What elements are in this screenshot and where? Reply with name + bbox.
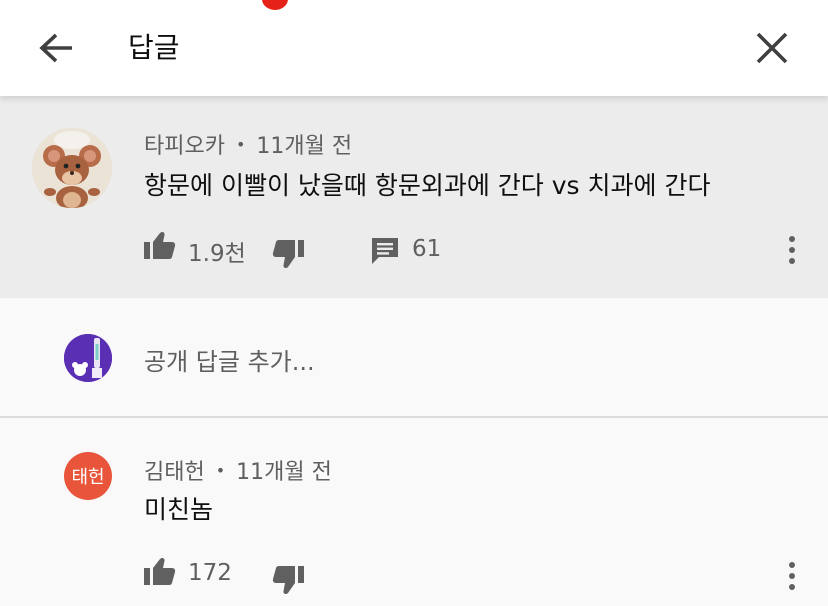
mouse-character-image — [32, 128, 112, 208]
reply-like-count: 172 — [188, 560, 232, 586]
parent-comment: 타피오카 • 11개월 전 항문에 이빨이 났을때 항문외과에 간다 vs 치과… — [0, 96, 828, 298]
meta-separator: • — [235, 135, 246, 154]
comment-meta: 타피오카 • 11개월 전 — [144, 128, 352, 160]
reply-text: 미친놈 — [144, 495, 214, 524]
close-icon — [756, 32, 788, 64]
notification-dot — [262, 0, 288, 10]
meta-separator: • — [215, 461, 226, 480]
reply-meta: 김태헌 • 11개월 전 — [144, 454, 332, 486]
replies-header: 답글 — [0, 0, 828, 96]
thumbs-up-icon — [144, 557, 176, 585]
reply-time: 11개월 전 — [236, 460, 332, 485]
like-button[interactable] — [142, 230, 178, 262]
user-avatar-image — [64, 334, 112, 382]
comment-time: 11개월 전 — [256, 134, 353, 159]
reply-count: 61 — [412, 236, 442, 262]
back-button[interactable] — [34, 28, 78, 68]
add-reply-row[interactable]: 공개 답글 추가... — [0, 298, 828, 418]
more-vert-icon — [789, 562, 795, 590]
author-avatar[interactable] — [32, 128, 112, 208]
thumbs-down-icon — [272, 566, 304, 595]
reply-more-options-button[interactable] — [780, 560, 804, 592]
reply-like-button[interactable] — [142, 556, 178, 588]
dislike-button[interactable] — [270, 238, 306, 270]
author-name[interactable]: 타피오카 — [144, 134, 225, 159]
reply-input-placeholder[interactable]: 공개 답글 추가... — [144, 342, 315, 377]
like-count: 1.9천 — [188, 241, 246, 267]
more-vert-icon — [789, 236, 795, 264]
close-button[interactable] — [750, 26, 794, 70]
replies-button[interactable] — [370, 236, 400, 266]
current-user-avatar — [64, 334, 112, 382]
reply-author-name[interactable]: 김태헌 — [144, 460, 205, 485]
more-options-button[interactable] — [780, 234, 804, 266]
reply-comment: 태헌 김태헌 • 11개월 전 미친놈 172 — [0, 420, 828, 606]
comment-icon — [372, 238, 398, 264]
back-arrow-icon — [39, 33, 72, 63]
replies-page: 답글 타피오카 • 11개월 전 항문에 이빨이 났을때 항문외과에 간다 vs… — [0, 0, 828, 606]
page-title: 답글 — [128, 31, 180, 64]
reply-author-avatar[interactable]: 태헌 — [64, 452, 112, 500]
reply-dislike-button[interactable] — [270, 564, 306, 596]
thumbs-up-icon — [144, 231, 176, 259]
thumbs-down-icon — [272, 240, 304, 269]
comment-text: 항문에 이빨이 났을때 항문외과에 간다 vs 치과에 간다 — [144, 171, 711, 200]
